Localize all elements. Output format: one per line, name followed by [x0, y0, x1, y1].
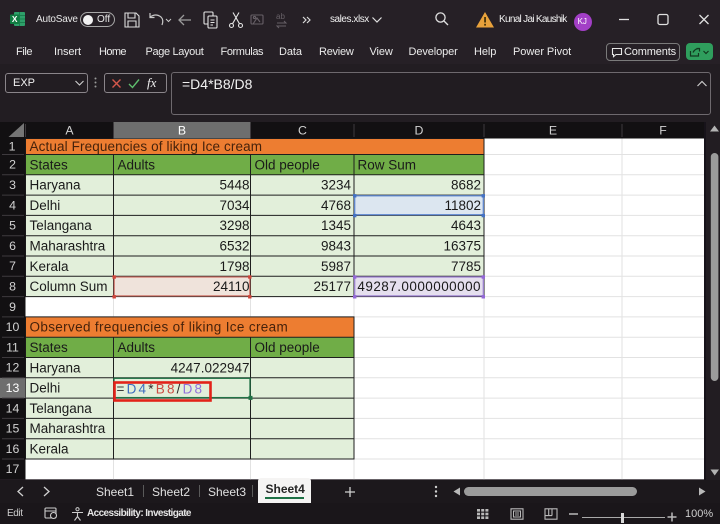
svg-text:Haryana: Haryana	[30, 360, 82, 375]
svg-text:25177: 25177	[313, 279, 351, 294]
svg-text:C: C	[298, 124, 307, 138]
svg-text:9843: 9843	[321, 239, 351, 254]
svg-text:16: 16	[6, 442, 20, 456]
svg-text:16375: 16375	[443, 239, 481, 254]
svg-text:10: 10	[6, 320, 20, 334]
svg-text:14: 14	[6, 401, 20, 415]
svg-text:49287.0000000000: 49287.0000000000	[357, 279, 481, 294]
svg-text:7785: 7785	[451, 259, 481, 274]
svg-text:4768: 4768	[321, 198, 351, 213]
svg-text:States: States	[30, 340, 69, 355]
svg-text:X: X	[12, 14, 18, 24]
svg-text:5: 5	[9, 219, 16, 233]
svg-text:4247.022947: 4247.022947	[171, 360, 250, 375]
svg-text:2: 2	[9, 158, 16, 172]
svg-text:Telangana: Telangana	[30, 218, 93, 233]
svg-text:D: D	[415, 124, 424, 138]
svg-text:9: 9	[9, 300, 16, 314]
svg-text:F: F	[659, 124, 667, 138]
svg-text:1345: 1345	[321, 218, 351, 233]
svg-text:24110: 24110	[213, 279, 250, 294]
svg-text:B: B	[178, 124, 186, 138]
svg-text:Observed frequencies of liking: Observed frequencies of liking Ice cream	[30, 320, 289, 335]
svg-text:ab: ab	[276, 12, 285, 21]
svg-text:7: 7	[9, 259, 16, 273]
svg-text:Adults: Adults	[118, 157, 156, 172]
svg-text:Kerala: Kerala	[30, 259, 70, 274]
svg-text:Actual Frequencies of liking I: Actual Frequencies of liking Ice cream	[30, 139, 263, 154]
svg-text:Delhi: Delhi	[30, 381, 61, 396]
svg-text:Kerala: Kerala	[30, 442, 70, 457]
svg-text:A: A	[65, 124, 74, 138]
svg-text:13: 13	[6, 381, 20, 395]
svg-text:Delhi: Delhi	[30, 198, 61, 213]
svg-text:Old people: Old people	[255, 157, 320, 172]
svg-text:1: 1	[9, 140, 16, 154]
svg-text:12: 12	[6, 361, 20, 375]
svg-text:3234: 3234	[321, 178, 352, 193]
svg-text:Adults: Adults	[118, 340, 156, 355]
svg-text:1798: 1798	[219, 259, 249, 274]
svg-text:Maharashtra: Maharashtra	[30, 421, 106, 436]
svg-text:11: 11	[6, 340, 19, 354]
svg-text:Maharashtra: Maharashtra	[30, 239, 106, 254]
svg-text:17: 17	[6, 462, 20, 476]
svg-text:5987: 5987	[321, 259, 351, 274]
svg-text:Row Sum: Row Sum	[358, 157, 417, 172]
svg-text:E: E	[549, 124, 557, 138]
svg-text:5448: 5448	[219, 178, 249, 193]
svg-text:15: 15	[6, 422, 20, 436]
svg-text:4: 4	[9, 198, 16, 212]
svg-text:3: 3	[9, 178, 16, 192]
svg-text:6532: 6532	[219, 239, 249, 254]
svg-text:Column Sum: Column Sum	[30, 279, 108, 294]
svg-text:8682: 8682	[451, 178, 481, 193]
svg-text:6: 6	[9, 239, 16, 253]
svg-text:Old people: Old people	[255, 340, 320, 355]
svg-text:7034: 7034	[219, 198, 250, 213]
svg-text:11802: 11802	[444, 198, 481, 213]
svg-text:4643: 4643	[451, 218, 481, 233]
svg-text:Telangana: Telangana	[30, 401, 93, 416]
svg-text:Haryana: Haryana	[30, 178, 82, 193]
svg-text:3298: 3298	[219, 218, 249, 233]
svg-text:8: 8	[9, 280, 16, 294]
svg-text:States: States	[30, 157, 69, 172]
